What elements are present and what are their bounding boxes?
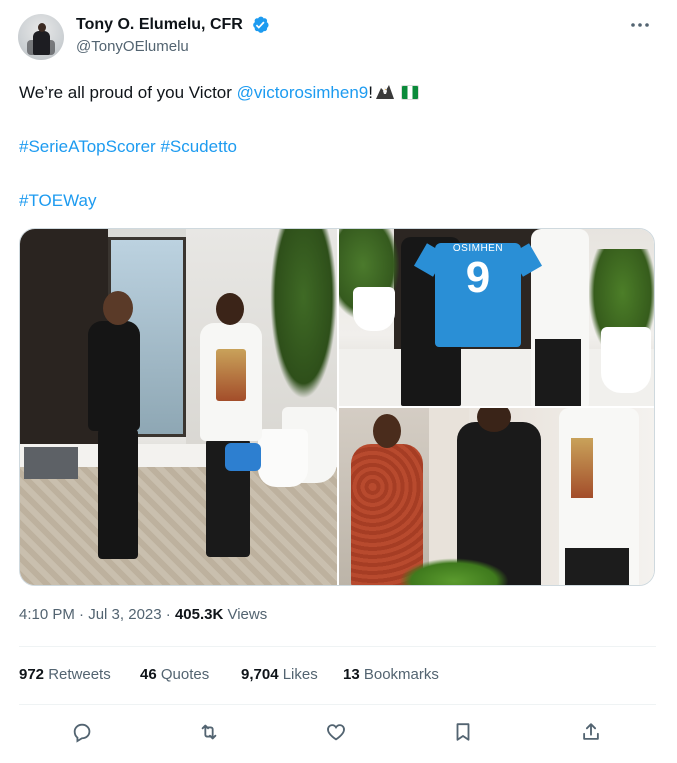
likes-label: Likes [278,666,318,683]
nigeria-flag-icon [400,85,419,100]
photo-handshake[interactable] [20,229,337,585]
bookmarks-label: Bookmarks [359,666,439,683]
photo-pot-right [601,327,651,393]
meta-separator: · [74,606,89,623]
photo-pot [353,287,395,331]
photo-leaves [399,558,509,585]
retweets-count: 972 [19,666,45,683]
photo-person-3-legs [565,548,629,585]
divider [19,646,656,647]
tweet-date[interactable]: Jul 3, 2023 [88,606,161,623]
photo-group[interactable] [339,408,654,585]
likes-stat[interactable]: 9,704 Likes [241,666,318,683]
photo-jersey[interactable]: OSIMHEN 9 [339,229,654,406]
media-grid: OSIMHEN 9 [19,228,655,586]
heart-icon [327,724,345,741]
retweets-label: Retweets [44,666,111,683]
hashtag-seriea-topscorer[interactable]: #SerieATopScorer [19,137,156,156]
photo-pot-small [258,429,308,487]
photo-blue-bag [225,443,261,471]
photo-person-1 [88,321,140,431]
photo-shirt-print [216,349,246,401]
divider [19,704,656,705]
jersey-number: 9 [465,253,491,302]
photo-person-2-head [216,293,244,325]
photo-doormat [24,447,78,479]
author-name[interactable]: Tony O. Elumelu, CFR [76,16,243,34]
mention-link[interactable]: @victorosimhen9 [237,83,369,102]
tweet-meta: 4:10 PM · Jul 3, 2023 · 405.3K Views [19,606,267,623]
views-count: 405.3K [174,606,224,623]
more-options-icon[interactable] [628,14,652,36]
share-button[interactable] [577,718,605,746]
bookmarks-stat[interactable]: 13 Bookmarks [343,666,439,683]
meta-separator: · [161,606,175,623]
quotes-stat[interactable]: 46 Quotes [140,666,209,683]
photo-person-2-legs [535,339,581,406]
tweet-card: Tony O. Elumelu, CFR @TonyOElumelu We’re… [0,0,677,763]
reply-button[interactable] [68,718,96,746]
hashtags-line-1: #SerieATopScorer #Scudetto [19,136,237,158]
tweet-text-suffix: ! [368,83,373,102]
share-icon [583,723,599,740]
photo-person-1-legs [98,429,138,559]
retweets-stat[interactable]: 972 Retweets [19,666,111,683]
views-label: Views [223,606,268,623]
hashtag-toeway[interactable]: #TOEWay [19,191,96,210]
like-button[interactable] [322,718,350,746]
bookmark-icon [456,723,470,741]
hashtags-line-2: #TOEWay [19,190,96,212]
avatar-figure-head [38,23,46,32]
hashtag-scudetto[interactable]: #Scudetto [160,137,237,156]
photo-person-woman-head [373,414,401,448]
tweet-text: We’re all proud of you Victor @victorosi… [19,82,419,104]
verified-badge-icon[interactable] [250,15,270,35]
eagle-emoji-icon [375,85,394,99]
reply-icon [73,723,91,743]
author-handle[interactable]: @TonyOElumelu [76,38,189,55]
avatar[interactable] [18,14,64,60]
tweet-text-prefix: We’re all proud of you Victor [19,83,237,102]
bookmarks-count: 13 [343,666,360,683]
likes-count: 9,704 [241,666,279,683]
photo-person-1-head [103,291,133,325]
quotes-count: 46 [140,666,157,683]
quotes-label: Quotes [156,666,210,683]
retweet-button[interactable] [195,718,223,746]
photo-shirt-print [571,438,593,498]
photo-plant [270,229,337,399]
tweet-time[interactable]: 4:10 PM [19,606,75,623]
bookmark-button[interactable] [449,718,477,746]
retweet-icon [201,724,217,740]
avatar-figure-body [33,31,50,55]
